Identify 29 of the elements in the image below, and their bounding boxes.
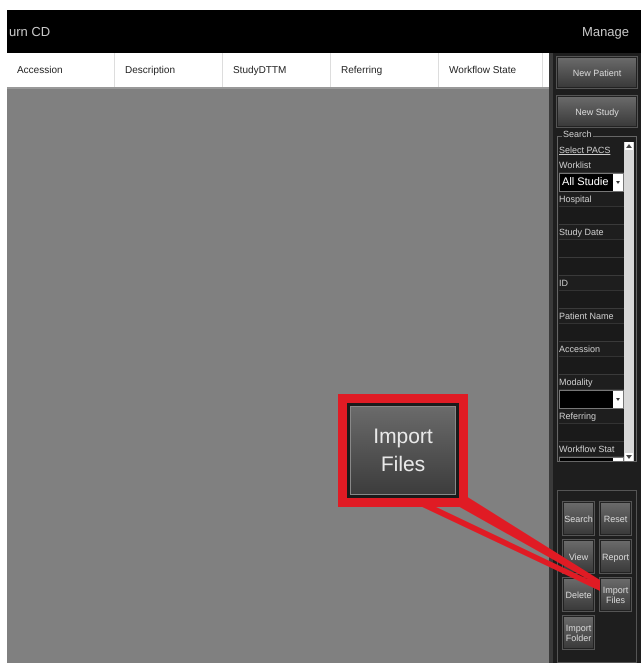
group-legend: Search [562, 130, 593, 139]
input-field[interactable] [559, 291, 624, 309]
action-button[interactable]: Import Folder [563, 616, 594, 649]
import-files-button[interactable]: Import Files [350, 406, 456, 495]
scroll-down-icon[interactable] [625, 453, 633, 461]
column-header[interactable]: Description [115, 53, 223, 87]
input-field[interactable] [559, 207, 624, 225]
column-header[interactable]: Workflow State [439, 53, 543, 87]
column-header[interactable]: StudyDTTM [223, 53, 331, 87]
action-button[interactable]: Report [600, 540, 631, 573]
window-title: urn CD [9, 22, 50, 41]
action-button[interactable]: Reset [600, 502, 631, 535]
action-button[interactable]: Import Files [600, 578, 631, 611]
dropdown[interactable] [559, 390, 624, 409]
scrollbar[interactable] [624, 142, 634, 461]
panel-button[interactable]: New Study [557, 96, 637, 127]
column-header[interactable]: Accession [7, 53, 115, 87]
input-field[interactable] [559, 240, 624, 258]
column-header[interactable]: Referring [331, 53, 439, 87]
dropdown[interactable]: All Studie [559, 173, 624, 192]
input-field[interactable] [559, 258, 624, 276]
select-pacs-link[interactable]: Select PACS [559, 142, 624, 158]
input-field[interactable] [559, 357, 624, 375]
input-field[interactable] [559, 424, 624, 442]
manage-label: Manage [582, 22, 630, 41]
panel-button[interactable]: New Patient [557, 57, 637, 88]
input-field[interactable] [559, 324, 624, 342]
scroll-up-icon[interactable] [625, 142, 633, 150]
action-button[interactable]: Search [563, 502, 594, 535]
